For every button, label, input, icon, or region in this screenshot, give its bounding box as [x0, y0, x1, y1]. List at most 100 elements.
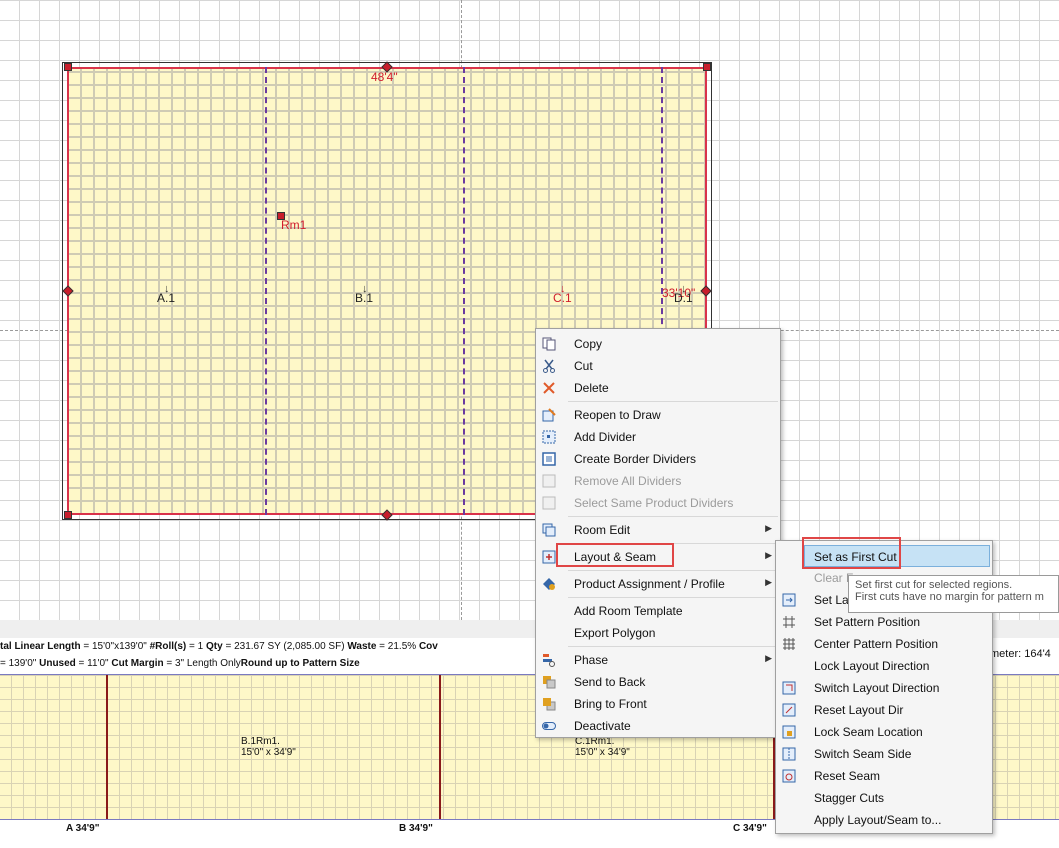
linear-length-value: = 15'0"x139'0" — [80, 641, 150, 652]
submenu-item-center-pattern-position[interactable]: Center Pattern Position — [776, 633, 992, 655]
menu-item-remove-all-dividers[interactable]: Remove All Dividers — [536, 470, 780, 492]
menu-item-room-edit[interactable]: Room Edit ▶ — [536, 519, 780, 541]
menu-item-send-to-back[interactable]: Send to Back — [536, 671, 780, 693]
tooltip-line: Set first cut for selected regions. — [855, 579, 1013, 591]
menu-item-label: Add Divider — [574, 430, 637, 444]
menu-item-label: Create Border Dividers — [574, 452, 697, 466]
submenu-item-switch-seam-side[interactable]: Switch Seam Side — [776, 743, 992, 765]
cut-piece-size: 15'0" x 34'9" — [241, 747, 296, 758]
select-dividers-icon — [542, 496, 556, 510]
perimeter-label: meter: 164'4 — [990, 648, 1051, 660]
region-label-b[interactable]: B.1 — [355, 291, 373, 305]
unused-label: Unused — [39, 658, 76, 669]
menu-item-label: Phase — [574, 653, 609, 667]
cut-axis-label-c: C 34'9" — [733, 823, 767, 834]
submenu-item-set-pattern-position[interactable]: Set Pattern Position — [776, 611, 992, 633]
menu-item-label: Remove All Dividers — [574, 474, 682, 488]
menu-item-label: Send to Back — [574, 675, 646, 689]
menu-item-select-same-product-dividers[interactable]: Select Same Product Dividers — [536, 492, 780, 514]
callout-box — [802, 537, 901, 569]
region-label-c[interactable]: C.1 — [553, 291, 572, 305]
drawing-canvas[interactable]: 48'4" 33'10" Rm1 ↓ A.1 ↓ B.1 ↓ C.1 ↓ D.1 — [0, 0, 1059, 620]
context-menu: Copy Cut Delete Reopen to Draw Add Divid… — [535, 328, 781, 738]
submenu-arrow-icon: ▶ — [765, 653, 772, 663]
submenu-item-lock-layout-direction[interactable]: Lock Layout Direction — [776, 655, 992, 677]
menu-item-label: Lock Seam Location — [814, 725, 923, 739]
menu-item-label: Export Polygon — [574, 626, 656, 640]
seam-line[interactable] — [463, 67, 465, 515]
submenu-arrow-icon: ▶ — [765, 550, 772, 560]
delete-x-icon — [542, 381, 556, 395]
submenu-item-reset-layout-dir[interactable]: Reset Layout Dir — [776, 699, 992, 721]
menu-item-label: Select Same Product Dividers — [574, 496, 734, 510]
menu-separator — [568, 646, 778, 647]
menu-item-label: Add Room Template — [574, 604, 683, 618]
submenu-item-lock-seam-location[interactable]: Lock Seam Location — [776, 721, 992, 743]
unused-value: = 11'0" — [75, 658, 112, 669]
menu-item-label: Center Pattern Position — [814, 637, 939, 651]
cut-piece-b[interactable]: B.1Rm1. 15'0" x 34'9" — [241, 736, 296, 758]
menu-item-label: Switch Layout Direction — [814, 681, 940, 695]
waste-label: Waste — [347, 641, 377, 652]
remove-dividers-icon — [542, 474, 556, 488]
menu-item-product-assignment[interactable]: Product Assignment / Profile ▶ — [536, 573, 780, 595]
linear-length-label: tal Linear Length — [0, 641, 81, 652]
menu-separator — [568, 401, 778, 402]
tooltip: Set first cut for selected regions. Firs… — [848, 575, 1059, 613]
seam-line[interactable] — [265, 67, 267, 515]
cut-divider — [439, 675, 441, 819]
submenu-item-apply-layout-seam[interactable]: Apply Layout/Seam to... — [776, 809, 992, 831]
corner-handle[interactable] — [703, 63, 711, 71]
cut-piece-name: B.1Rm1. — [241, 736, 280, 747]
scissors-icon — [542, 359, 556, 373]
corner-handle[interactable] — [64, 63, 72, 71]
lock-seam-icon — [782, 725, 796, 739]
qty-label: Qty — [206, 641, 223, 652]
coverage-label: Cov — [418, 641, 438, 652]
top-dimension-label: 48'4" — [371, 70, 398, 84]
menu-item-create-border-dividers[interactable]: Create Border Dividers — [536, 448, 780, 470]
menu-item-label: Room Edit — [574, 523, 631, 537]
menu-item-label: Reopen to Draw — [574, 408, 661, 422]
menu-item-delete[interactable]: Delete — [536, 377, 780, 399]
waste-value: = 21.5% — [376, 641, 419, 652]
menu-item-reopen-to-draw[interactable]: Reopen to Draw — [536, 404, 780, 426]
switch-layout-icon — [782, 681, 796, 695]
menu-item-label: Bring to Front — [574, 697, 647, 711]
submenu-item-reset-seam[interactable]: Reset Seam — [776, 765, 992, 787]
menu-item-export-polygon[interactable]: Export Polygon — [536, 622, 780, 644]
menu-item-add-room-template[interactable]: Add Room Template — [536, 600, 780, 622]
cut-piece-c[interactable]: C.1Rm1. 15'0" x 34'9" — [575, 736, 630, 758]
menu-item-label: Deactivate — [574, 719, 631, 733]
menu-separator — [568, 597, 778, 598]
menu-item-label: Reset Layout Dir — [814, 703, 904, 717]
menu-item-label: Set Pattern Position — [814, 615, 921, 629]
reopen-draw-icon — [542, 408, 556, 422]
menu-item-label: Switch Seam Side — [814, 747, 912, 761]
submenu-arrow-icon: ▶ — [765, 577, 772, 587]
menu-item-bring-to-front[interactable]: Bring to Front — [536, 693, 780, 715]
reset-layout-icon — [782, 703, 796, 717]
region-label-a[interactable]: A.1 — [157, 291, 175, 305]
total-length-value: = 139'0" — [0, 658, 40, 669]
cut-margin-value: = 3" Length Only — [163, 658, 241, 669]
submenu-item-stagger-cuts[interactable]: Stagger Cuts — [776, 787, 992, 809]
center-pattern-icon — [782, 637, 796, 651]
menu-item-label: Reset Seam — [814, 769, 881, 783]
menu-item-phase[interactable]: Phase ▶ — [536, 649, 780, 671]
region-label-d[interactable]: D.1 — [674, 291, 693, 305]
menu-item-cut[interactable]: Cut — [536, 355, 780, 377]
corner-handle[interactable] — [64, 511, 72, 519]
add-divider-icon — [542, 430, 556, 444]
cut-piece-size: 15'0" x 34'9" — [575, 747, 630, 758]
menu-item-copy[interactable]: Copy — [536, 333, 780, 355]
menu-item-deactivate[interactable]: Deactivate — [536, 715, 780, 737]
menu-item-add-divider[interactable]: Add Divider — [536, 426, 780, 448]
room-edit-icon — [542, 523, 556, 537]
submenu-item-switch-layout-direction[interactable]: Switch Layout Direction — [776, 677, 992, 699]
product-assignment-icon — [542, 577, 556, 591]
room-name-label: Rm1 — [281, 218, 307, 232]
menu-item-label: Apply Layout/Seam to... — [814, 813, 942, 827]
cut-axis-label-a: A 34'9" — [66, 823, 100, 834]
phase-icon — [542, 653, 556, 667]
